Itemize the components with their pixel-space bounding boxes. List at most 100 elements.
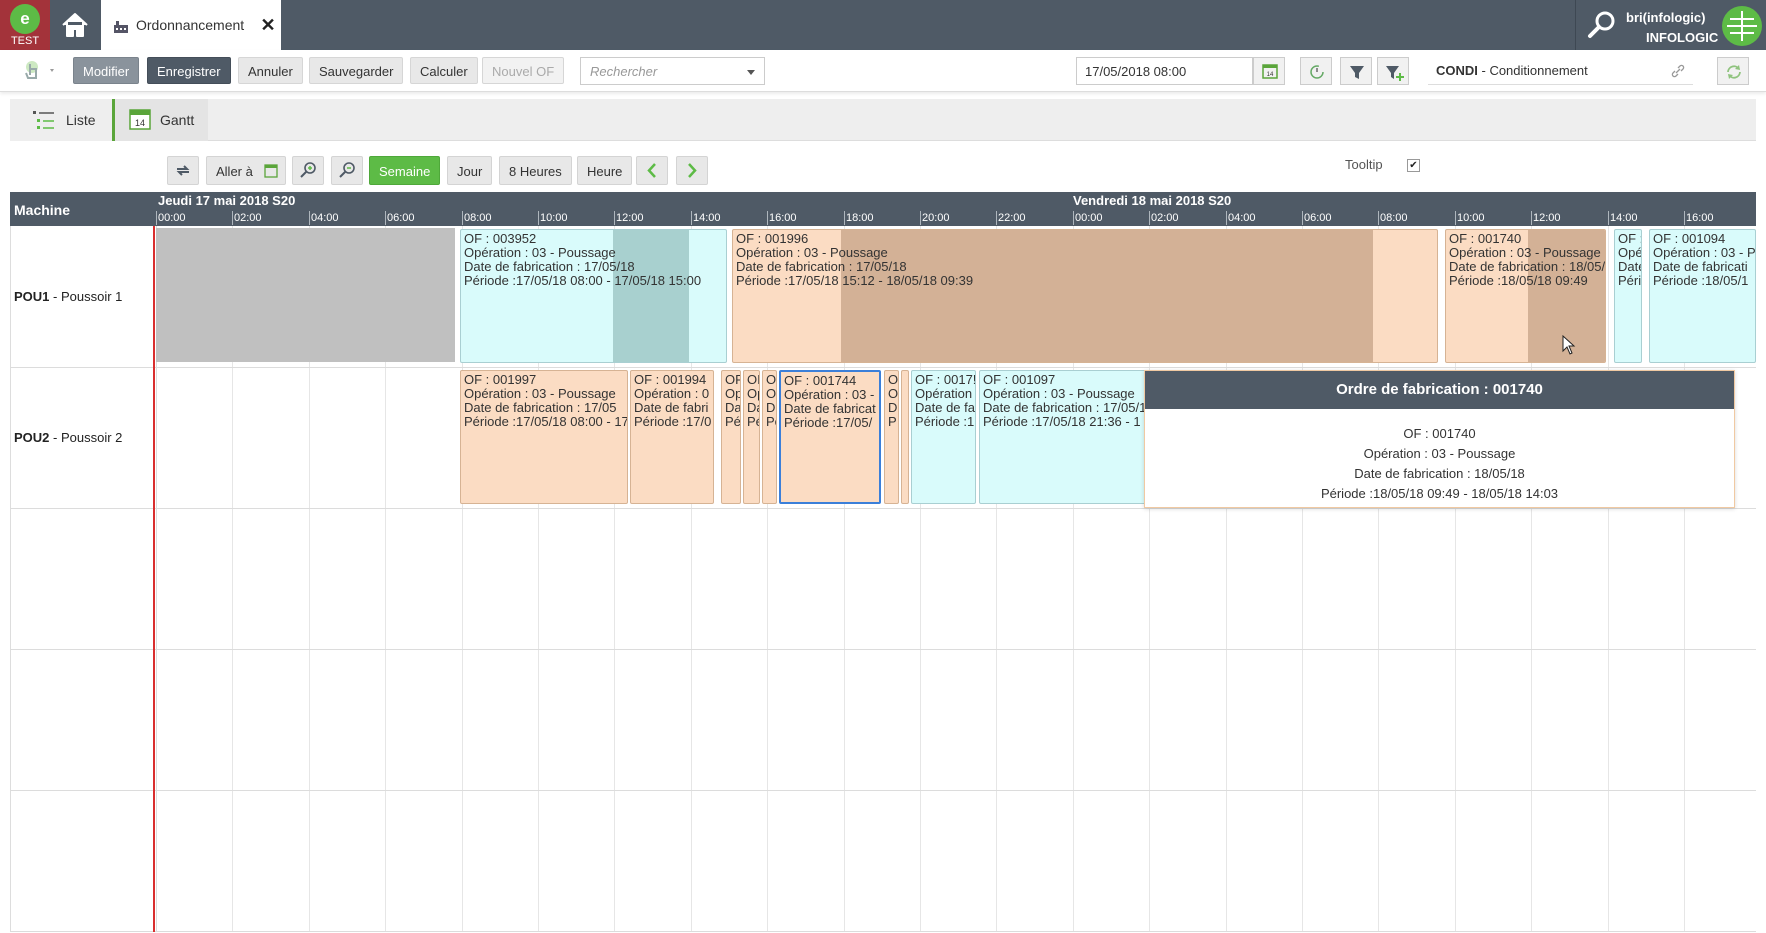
search-placeholder: Rechercher — [590, 64, 658, 79]
task-block[interactable] — [901, 370, 909, 504]
next-button[interactable] — [676, 156, 708, 185]
task-periode: Période :17/05/18 08:00 - 17 — [464, 414, 628, 429]
task-operation: Opération : 03 - P — [1653, 245, 1756, 260]
hour-tick-label: 04:00 — [1226, 211, 1256, 225]
task-block[interactable]: OF : 001097 Opération : 03 - Poussage Da… — [979, 370, 1169, 504]
date-field[interactable]: 17/05/2018 08:00 — [1076, 57, 1253, 85]
task-block[interactable]: OF : 0017! Opération Date de fa Période … — [911, 370, 976, 504]
list-icon — [33, 111, 54, 129]
task-of: OF : 001740 — [1449, 231, 1522, 246]
task-block[interactable]: OF Op Da Pé — [721, 370, 741, 504]
task-of: OF : 001994 — [634, 372, 707, 387]
task-of: OF : 0017! — [915, 372, 976, 387]
task-periode: Période :17/05/18 21:36 - 1 — [983, 414, 1141, 429]
tab-ordonnancement[interactable]: Ordonnancement — [101, 0, 281, 50]
hand-icon — [25, 61, 54, 79]
svg-text:14: 14 — [1267, 72, 1274, 78]
semaine-button[interactable]: Semaine — [369, 156, 441, 185]
calculer-button[interactable]: Calculer — [410, 57, 478, 84]
calendar-icon: 14 — [1262, 64, 1278, 79]
hour-tick-label: 00:00 — [156, 211, 186, 225]
task-block[interactable]: O O D Pé — [762, 370, 777, 504]
task-date: Date de fabrication : 17/05/1 — [983, 400, 1147, 415]
heure-button[interactable]: Heure — [577, 156, 633, 185]
task-periode: Péri — [1618, 273, 1642, 288]
enregistrer-button[interactable]: Enregistrer — [147, 57, 231, 84]
app-logo[interactable]: e TEST — [0, 0, 50, 50]
hour-tick-label: 16:00 — [767, 211, 797, 225]
task-block[interactable]: O O D P — [884, 370, 899, 504]
task-periode: Pé — [725, 414, 741, 429]
zoom-in-button[interactable] — [292, 156, 324, 185]
avatar[interactable] — [1722, 6, 1762, 46]
task-of: OF : 001094 — [1653, 231, 1726, 246]
task-date: Date de fa — [915, 400, 975, 415]
task-operation: Opération : 03 - Poussage — [1449, 245, 1601, 260]
task-operation: Op — [747, 386, 759, 401]
task-date: D — [766, 400, 776, 415]
search-select[interactable]: Rechercher — [580, 57, 765, 85]
nouvel-of-button[interactable]: Nouvel OF — [482, 57, 565, 84]
huit-heures-button[interactable]: 8 Heures — [499, 156, 572, 185]
filter-button[interactable] — [1340, 57, 1372, 85]
close-tab-icon[interactable]: ✕ — [258, 14, 278, 36]
hour-tick-label: 10:00 — [538, 211, 568, 225]
sauvegarder-button[interactable]: Sauvegarder — [309, 57, 404, 84]
task-block[interactable]: OF : Opé Date Péri — [1614, 229, 1642, 363]
machine-code: POU1 — [14, 289, 50, 304]
annuler-button[interactable]: Annuler — [238, 57, 303, 84]
hour-tick-label: 04:00 — [309, 211, 339, 225]
tooltip-checkbox[interactable]: ✔ — [1407, 159, 1420, 172]
factory-icon — [114, 21, 128, 33]
task-periode: Période :1 — [915, 414, 975, 429]
task-of: OF — [725, 372, 740, 387]
task-operation: Opération : 03 - Poussage — [464, 245, 616, 260]
task-block[interactable]: OF : 001740 Opération : 03 - Poussage Da… — [1445, 229, 1606, 363]
task-block[interactable]: OF : 003952 Opération : 03 - Poussage Da… — [460, 229, 727, 363]
task-block[interactable]: OF : 001094 Opération : 03 - P Date de f… — [1649, 229, 1756, 363]
condi-selector[interactable]: CONDI - Conditionnement — [1428, 57, 1693, 85]
add-filter-button[interactable] — [1377, 57, 1409, 85]
view-tab-gantt[interactable]: 14 Gantt — [112, 99, 208, 141]
hand-pointer-dropdown[interactable] — [20, 58, 60, 84]
row-divider — [10, 931, 1756, 932]
task-block[interactable]: OF : 001997 Opération : 03 - Poussage Da… — [460, 370, 628, 504]
task-block[interactable]: OF : 001994 Opération : 0 Date de fabri … — [630, 370, 714, 504]
task-periode: Période :18/05/1 — [1653, 273, 1749, 288]
jour-button[interactable]: Jour — [447, 156, 493, 185]
task-operation: O — [766, 386, 777, 401]
task-block-selected[interactable]: OF : 001744 Opération : 03 - Date de fab… — [779, 370, 881, 504]
popup-periode: Période :18/05/18 09:49 - 18/05/18 14:03 — [1320, 486, 1559, 501]
sync-button[interactable] — [167, 156, 199, 185]
previous-button[interactable] — [636, 156, 668, 185]
hour-tick-label: 22:00 — [996, 211, 1026, 225]
link-icon — [1671, 64, 1685, 78]
task-block[interactable]: OF : 001996 Opération : 03 - Poussage Da… — [732, 229, 1438, 363]
reset-button[interactable] — [1300, 57, 1332, 85]
aller-a-button[interactable]: Aller à — [206, 156, 286, 185]
date-picker-button[interactable]: 14 — [1253, 57, 1285, 85]
filter-icon — [1350, 66, 1364, 79]
mouse-cursor-icon — [1562, 335, 1576, 355]
modifier-button[interactable]: Modifier — [73, 57, 140, 84]
tab-title: Ordonnancement — [136, 17, 245, 33]
home-button[interactable] — [50, 0, 100, 50]
row-divider — [10, 367, 1756, 368]
zoom-out-button[interactable] — [331, 156, 363, 185]
day-label: Vendredi 18 mai 2018 S20 — [1073, 193, 1232, 208]
env-label: TEST — [10, 35, 40, 47]
task-of: OF : 001744 — [784, 373, 857, 388]
task-date: Date de fabricat — [784, 401, 876, 416]
hour-tick-label: 14:00 — [1608, 211, 1638, 225]
hour-tick-label: 02:00 — [232, 211, 262, 225]
task-operation: Opération : 03 - Poussage — [464, 386, 616, 401]
refresh-button[interactable] — [1717, 57, 1749, 85]
task-of: OI — [747, 372, 760, 387]
row-label-pou2: POU2 - Poussoir 2 — [14, 430, 122, 445]
task-block[interactable]: OI Op Da Pé — [743, 370, 760, 504]
chevron-down-icon — [747, 70, 755, 75]
row-divider — [10, 649, 1756, 650]
hour-tick-label: 20:00 — [920, 211, 950, 225]
view-tab-liste[interactable]: Liste — [10, 99, 112, 141]
global-search-button[interactable] — [1575, 0, 1625, 50]
